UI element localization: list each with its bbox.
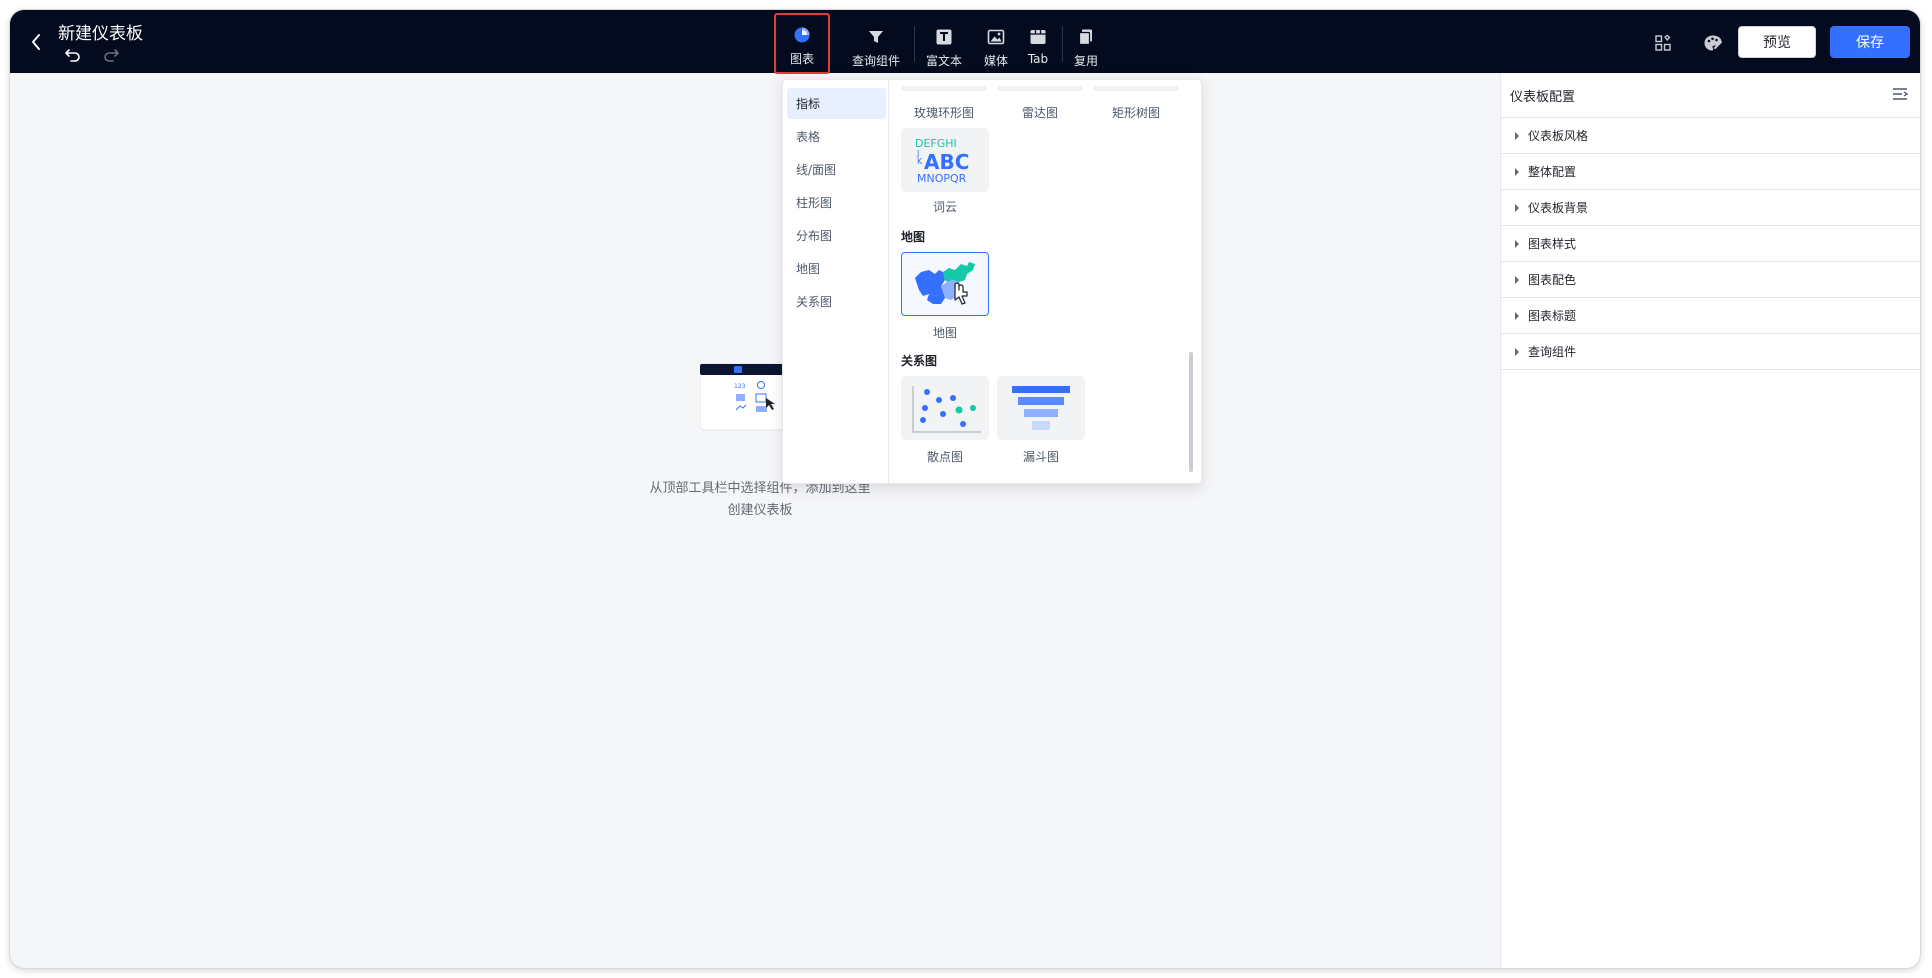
category-distribution[interactable]: 分布图 (787, 220, 886, 251)
toolbar-reuse-label: 复用 (1073, 54, 1098, 68)
back-icon[interactable] (24, 30, 48, 54)
config-section-background[interactable]: 仪表板背景 (1501, 190, 1920, 226)
china-map-icon (915, 262, 975, 305)
filter-icon (867, 26, 885, 48)
config-section-style[interactable]: 仪表板风格 (1501, 118, 1920, 154)
wordcloud-chart-card[interactable]: DEFGHI J K ABC MNOPQR (901, 128, 989, 192)
dashboard-config-panel: 仪表板配置 仪表板风格 整体配置 仪表板背景 图表样式 图表配色 图表标题 查询… (1500, 73, 1920, 968)
picker-scrollbar[interactable] (1189, 352, 1193, 472)
category-line-area[interactable]: 线/面图 (787, 154, 886, 185)
caret-right-icon (1515, 311, 1519, 320)
config-section-label: 查询组件 (1528, 345, 1577, 359)
category-relation[interactable]: 关系图 (787, 286, 886, 317)
rose-ring-chart-label: 玫瑰环形图 (913, 106, 974, 120)
toolbar-chart-button[interactable]: 图表 (774, 13, 830, 74)
toolbar-query-button[interactable]: 查询组件 (846, 20, 906, 70)
scatter-plot-icon (912, 386, 981, 433)
section-title-map: 地图 (901, 230, 926, 244)
illus-number: 123 (734, 383, 746, 390)
chart-picker-dropdown: 指标 表格 线/面图 柱形图 分布图 地图 关系图 玫瑰环形图 雷达图 矩形树图… (782, 79, 1202, 484)
image-icon (987, 26, 1005, 48)
wordcloud-word: DEFGHI (915, 137, 957, 150)
caret-right-icon (1515, 239, 1519, 248)
undo-icon[interactable] (64, 47, 84, 65)
scatter-chart-card[interactable] (901, 376, 989, 440)
toolbar-richtext-label: 富文本 (925, 54, 962, 68)
wordcloud-word: ABC (924, 150, 969, 174)
toolbar-tab-label: Tab (1027, 52, 1049, 66)
toolbar-divider (1062, 26, 1063, 62)
empty-state-line2: 创建仪表板 (727, 503, 793, 518)
copy-icon (1077, 26, 1095, 48)
radar-chart-label: 雷达图 (1021, 106, 1058, 120)
collapse-panel-icon[interactable] (1892, 87, 1909, 105)
wordcloud-icon: DEFGHI J K ABC MNOPQR (915, 137, 969, 185)
toolbar-reuse-button[interactable]: 复用 (1068, 20, 1104, 70)
theme-palette-icon[interactable] (1702, 32, 1724, 54)
save-button[interactable]: 保存 (1830, 26, 1910, 58)
top-toolbar: 新建仪表板 图表 查询组件 富文本 媒体 Tab 复用 预览 保存 (10, 10, 1920, 74)
config-section-label: 仪表板背景 (1528, 201, 1589, 215)
caret-right-icon (1515, 275, 1519, 284)
category-metric[interactable]: 指标 (787, 88, 886, 119)
redo-icon[interactable] (102, 47, 122, 65)
chart-category-list: 指标 表格 线/面图 柱形图 分布图 地图 关系图 (783, 80, 889, 483)
empty-state-text: 从顶部工具栏中选择组件，添加到这里 创建仪表板 (610, 478, 910, 522)
chart-type-grid: 玫瑰环形图 雷达图 矩形树图 DEFGHI J K ABC MNOPQR 词云 … (889, 80, 1201, 483)
config-section-chart-colors[interactable]: 图表配色 (1501, 262, 1920, 298)
config-section-label: 图表标题 (1528, 309, 1577, 323)
caret-right-icon (1515, 167, 1519, 176)
layout-grid-icon[interactable] (1652, 32, 1674, 54)
config-section-label: 图表样式 (1528, 237, 1577, 251)
config-section-label: 仪表板风格 (1528, 129, 1589, 143)
treemap-chart-label: 矩形树图 (1111, 106, 1160, 120)
tab-icon (1029, 26, 1047, 48)
funnel-icon (1012, 386, 1070, 430)
toolbar-richtext-button[interactable]: 富文本 (922, 20, 966, 70)
config-section-overall[interactable]: 整体配置 (1501, 154, 1920, 190)
funnel-chart-label: 漏斗图 (1022, 450, 1059, 464)
category-bar[interactable]: 柱形图 (787, 187, 886, 218)
wordcloud-word: MNOPQR (917, 172, 967, 185)
config-section-label: 整体配置 (1528, 165, 1577, 179)
scatter-chart-label: 散点图 (926, 450, 963, 464)
toolbar-tab-button[interactable]: Tab (1022, 20, 1054, 70)
category-map[interactable]: 地图 (787, 253, 886, 284)
map-chart-label: 地图 (932, 326, 957, 340)
chart-card-partial[interactable] (901, 86, 987, 91)
dashboard-editor: 新建仪表板 图表 查询组件 富文本 媒体 Tab 复用 预览 保存 123 从顶… (10, 10, 1920, 968)
toolbar-divider (914, 26, 915, 62)
chart-card-partial[interactable] (997, 86, 1083, 91)
page-title: 新建仪表板 (58, 24, 143, 44)
wordcloud-chart-label: 词云 (932, 200, 957, 214)
funnel-chart-card[interactable] (997, 376, 1085, 440)
panel-header: 仪表板配置 (1501, 73, 1920, 118)
config-section-query[interactable]: 查询组件 (1501, 334, 1920, 370)
caret-right-icon (1515, 347, 1519, 356)
caret-right-icon (1515, 131, 1519, 140)
toolbar-query-label: 查询组件 (851, 54, 900, 68)
preview-button[interactable]: 预览 (1738, 26, 1816, 58)
config-section-chart-title[interactable]: 图表标题 (1501, 298, 1920, 334)
toolbar-chart-label: 图表 (789, 52, 814, 66)
config-section-chart-style[interactable]: 图表样式 (1501, 226, 1920, 262)
config-section-label: 图表配色 (1528, 273, 1577, 287)
pie-chart-icon (793, 24, 811, 46)
toolbar-media-label: 媒体 (983, 54, 1008, 68)
caret-right-icon (1515, 203, 1519, 212)
chart-card-partial[interactable] (1093, 86, 1179, 91)
panel-title: 仪表板配置 (1510, 89, 1576, 105)
map-chart-card[interactable] (901, 252, 989, 316)
wordcloud-word: K (917, 157, 923, 166)
text-icon (935, 26, 953, 48)
toolbar-media-button[interactable]: 媒体 (978, 20, 1014, 70)
empty-state-illustration: 123 (699, 362, 790, 434)
section-title-relation: 关系图 (901, 354, 938, 368)
category-table[interactable]: 表格 (787, 121, 886, 152)
